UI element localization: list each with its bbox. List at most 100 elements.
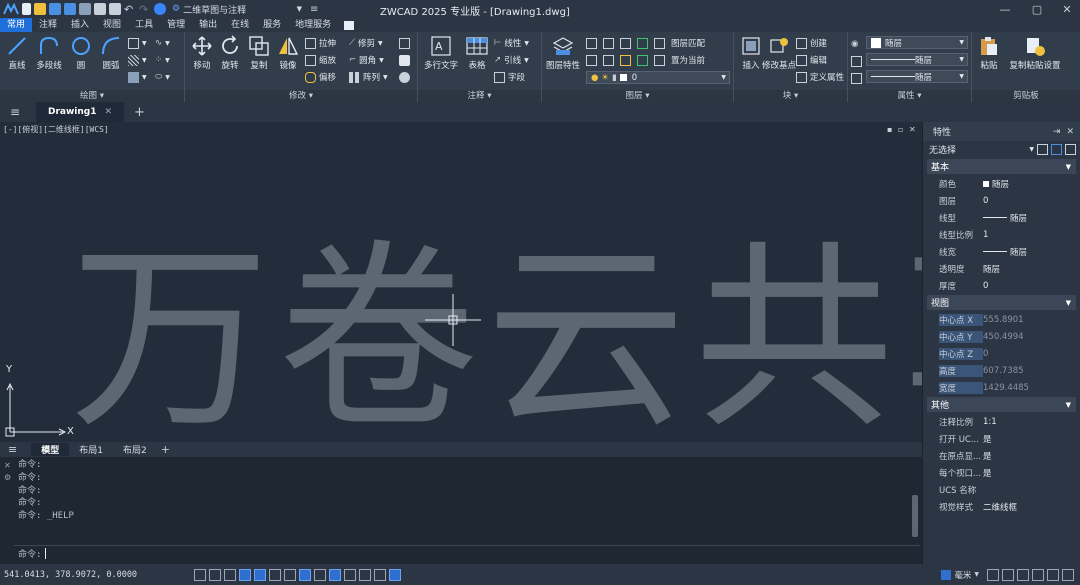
explode-tool[interactable] (399, 53, 410, 67)
viewport-close-icon[interactable]: ✕ (909, 125, 916, 134)
layer-dropdown[interactable]: ● ☀ ▮ 0 ▼ (586, 71, 730, 84)
list-tool[interactable] (851, 54, 862, 68)
minimize-button[interactable]: — (990, 0, 1020, 18)
isolate-objects-icon[interactable] (1032, 568, 1044, 581)
prop-row-ucs-per-viewport[interactable]: 每个视口... 是 (923, 464, 1080, 481)
transparency-icon[interactable] (314, 568, 326, 581)
plot-preview-icon[interactable] (109, 3, 121, 15)
section-basic[interactable]: 基本 ▼ (927, 159, 1076, 174)
tab-layout1[interactable]: 布局1 (69, 443, 113, 456)
create-block-button[interactable]: 创建 (796, 36, 827, 50)
select-objects-icon[interactable] (1051, 144, 1062, 155)
tab-online[interactable]: 在线 (224, 18, 256, 32)
offset-button[interactable]: 偏移 (305, 70, 336, 84)
ellipse-tool[interactable]: ⬭ ▼ (155, 70, 170, 84)
selection-filter-icon[interactable] (374, 568, 386, 581)
add-layout-icon[interactable]: + (161, 443, 170, 456)
help-icon[interactable] (154, 3, 166, 15)
drawing-canvas[interactable]: [-][俯视][二维线框][WCS] 万卷云共享 ▪ ▫ ✕ Y X (0, 122, 922, 442)
trim-button[interactable]: ⟋ 修剪 ▼ (349, 36, 383, 50)
annotation-scale-icon[interactable] (987, 568, 999, 581)
settings-command-icon[interactable]: ⚙ (4, 473, 11, 482)
lineweight-dropdown[interactable]: 随层 ▼ (866, 70, 968, 83)
join-tool[interactable] (399, 70, 410, 84)
viewport-controls-label[interactable]: [-][俯视][二维线框][WCS] (3, 124, 109, 135)
tab-view[interactable]: 视图 (96, 18, 128, 32)
command-input[interactable]: 命令: (14, 545, 920, 560)
tab-model[interactable]: 模型 (31, 443, 70, 456)
prop-row-transparency[interactable]: 透明度 随层 (923, 260, 1080, 277)
mtext-button[interactable]: A 多行文字 (423, 34, 459, 71)
publish-icon[interactable] (79, 3, 91, 15)
chevron-down-icon[interactable]: ▼ (974, 571, 979, 578)
stretch-button[interactable]: 拉伸 (305, 36, 336, 50)
save-as-icon[interactable] (64, 3, 76, 15)
lock-ui-icon[interactable] (1017, 568, 1029, 581)
menu-icon[interactable]: ≡ (10, 105, 20, 119)
toggle-pickadd-icon[interactable] (1037, 144, 1048, 155)
logo-icon[interactable] (0, 0, 22, 18)
viewport-minimize-icon[interactable]: ▪ (887, 125, 892, 134)
prop-row-annotation-scale[interactable]: 注释比例 1:1 (923, 413, 1080, 430)
prop-row-linetype-scale[interactable]: 线型比例 1 (923, 226, 1080, 243)
leader-button[interactable]: ↗ 引线 ▼ (494, 53, 529, 67)
snap-icon[interactable] (209, 568, 221, 581)
prop-row-layer[interactable]: 图层 0 (923, 192, 1080, 209)
units-label[interactable]: 毫米 (954, 569, 971, 581)
mirror-button[interactable]: 镜像 (271, 34, 305, 71)
linetype-dropdown[interactable]: 随层 ▼ (866, 53, 968, 66)
undo-icon[interactable]: ↶ (124, 3, 136, 16)
ortho-icon[interactable] (224, 568, 236, 581)
lineweight-icon[interactable] (284, 568, 296, 581)
prop-row-linetype[interactable]: 线型 随层 (923, 209, 1080, 226)
dynamic-input-icon[interactable] (299, 568, 311, 581)
prop-row-ucs-name[interactable]: UCS 名称 (923, 481, 1080, 498)
erase-tool[interactable] (399, 36, 410, 50)
region-tool[interactable]: ▼ (128, 70, 147, 84)
tab-layout2[interactable]: 布局2 (113, 443, 157, 456)
define-attribute-button[interactable]: 定义属性 (796, 70, 844, 84)
spline-tool[interactable]: ∿ ▼ (155, 36, 170, 50)
close-command-icon[interactable]: ✕ (4, 461, 11, 470)
layer-tools-row1[interactable]: 图层匹配 (586, 36, 705, 50)
document-tab-drawing1[interactable]: Drawing1 ✕ (36, 102, 125, 122)
polar-icon[interactable] (239, 568, 251, 581)
tab-tools[interactable]: 工具 (128, 18, 160, 32)
section-view[interactable]: 视图 ▼ (927, 295, 1076, 310)
cursor-coordinates[interactable]: 541.0413, 378.9072, 0.0000 (4, 570, 194, 580)
prop-row-visual-style[interactable]: 视觉样式 二维线框 (923, 498, 1080, 515)
layers-panel-title[interactable]: 图层 ▾ (542, 90, 733, 102)
open-folder-icon[interactable] (34, 3, 46, 15)
customize-status-icon[interactable] (1062, 568, 1074, 581)
section-misc[interactable]: 其他 ▼ (927, 397, 1076, 412)
fillet-button[interactable]: ⌐ 圆角 ▼ (349, 53, 384, 67)
grid-icon[interactable] (194, 568, 206, 581)
pin-icon[interactable]: ⇥ (1053, 127, 1061, 137)
tab-services[interactable]: 服务 (256, 18, 288, 32)
clipboard-panel-title[interactable]: 剪贴板 (972, 90, 1080, 102)
units-icon[interactable] (941, 569, 952, 580)
plot-icon[interactable] (94, 3, 106, 15)
prop-row-ucs-on[interactable]: 打开 UC... 是 (923, 430, 1080, 447)
rectangle-tool[interactable]: ▼ (128, 36, 147, 50)
prop-row-lineweight[interactable]: 线宽 随层 (923, 243, 1080, 260)
prop-row-width[interactable]: 宽度 1429.4485 (923, 379, 1080, 396)
tab-home[interactable]: 常用 (0, 18, 33, 32)
maximize-button[interactable]: ▢ (1022, 0, 1052, 18)
layout-menu-icon[interactable]: ≡ (8, 443, 17, 456)
circle-button[interactable]: 圆 (64, 34, 98, 71)
prop-row-color[interactable]: 颜色 随层 (923, 175, 1080, 192)
polyline-button[interactable]: 多段线 (32, 34, 66, 71)
tab-output[interactable]: 输出 (192, 18, 224, 32)
linear-dim-button[interactable]: ⊢ 线性 ▼ (494, 36, 529, 50)
annotation-panel-title[interactable]: 注释 ▾ (418, 90, 541, 102)
tab-insert[interactable]: 插入 (64, 18, 96, 32)
close-button[interactable]: ✕ (1052, 0, 1080, 18)
ribbon-toggle-icon[interactable] (344, 20, 355, 30)
prop-row-center-x[interactable]: 中心点 X 555.8901 (923, 311, 1080, 328)
copy-paste-settings-button[interactable]: 复制粘贴设置 (1004, 34, 1066, 71)
workspace-select[interactable]: ⚙ 二维草图与注释 ▼ (172, 2, 302, 16)
customize-qa-icon[interactable]: ≡ (310, 4, 318, 15)
prop-row-center-y[interactable]: 中心点 Y 450.4994 (923, 328, 1080, 345)
quick-properties-icon[interactable] (359, 568, 371, 581)
